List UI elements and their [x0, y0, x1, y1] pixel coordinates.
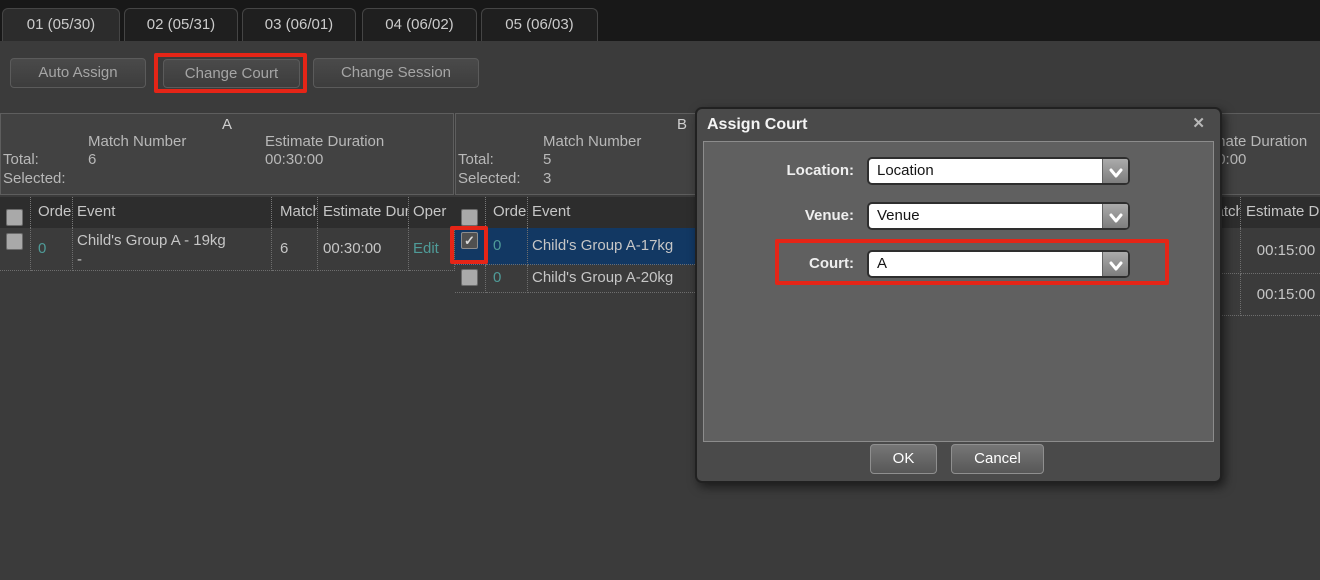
location-field-row: Location: Location — [704, 157, 1213, 185]
location-selected-value: Location — [877, 162, 934, 179]
assign-court-dialog: Assign Court ✕ Location: Location Venue:… — [695, 107, 1222, 483]
column-order: Order — [31, 197, 73, 228]
venue-label: Venue: — [704, 207, 854, 224]
match-number-label: Match Number — [88, 133, 186, 150]
tab-day-05[interactable]: 05 (06/03) — [481, 8, 598, 41]
column-estimate: Estimate Duration — [318, 197, 409, 228]
column-event: Event — [73, 197, 272, 228]
table-row: 0 Child's Group A - 19kg - 6 00:30:00 Ed… — [0, 228, 455, 271]
cancel-button[interactable]: Cancel — [951, 444, 1044, 474]
select-all-checkbox[interactable] — [461, 209, 478, 226]
tab-day-01[interactable]: 01 (05/30) — [2, 8, 120, 41]
change-session-button[interactable]: Change Session — [313, 58, 479, 88]
estimate-duration-label: Estimate Duration — [265, 133, 384, 150]
court-select[interactable]: A — [867, 250, 1130, 278]
session-tabbar: 01 (05/30) 02 (05/31) 03 (06/01) 04 (06/… — [0, 0, 1320, 41]
event-name-line1: Child's Group A - 19kg — [77, 231, 271, 250]
chevron-down-icon[interactable] — [1102, 204, 1128, 228]
order-value: 0 — [486, 228, 528, 265]
court-a-label: A — [1, 116, 453, 133]
close-icon[interactable]: ✕ — [1192, 114, 1205, 132]
match-count: 6 — [272, 228, 318, 271]
order-value: 0 — [486, 265, 528, 293]
select-all-cell — [455, 197, 486, 228]
location-label: Location: — [704, 162, 854, 179]
column-estimate: Estimate Duration — [1241, 197, 1320, 228]
total-label: Total: — [3, 151, 39, 168]
court-a-summary: A Match Number Estimate Duration Total: … — [0, 113, 454, 195]
tab-day-04[interactable]: 04 (06/02) — [362, 8, 477, 41]
estimate-total-value: 00:30:00 — [265, 151, 323, 168]
column-match: Match — [272, 197, 318, 228]
estimate-value: 00:30:00 — [318, 228, 409, 271]
tab-day-02[interactable]: 02 (05/31) — [124, 8, 238, 41]
selected-label: Selected: — [458, 170, 521, 187]
row-checkbox[interactable] — [461, 269, 478, 286]
dialog-body: Location: Location Venue: Venue Court: A — [703, 141, 1214, 442]
court-label: Court: — [704, 255, 854, 272]
select-all-checkbox[interactable] — [6, 209, 23, 226]
total-label: Total: — [458, 151, 494, 168]
selected-label: Selected: — [3, 170, 66, 187]
chevron-down-icon[interactable] — [1102, 252, 1128, 276]
chevron-down-icon[interactable] — [1102, 159, 1128, 183]
court-selected-value: A — [877, 255, 887, 272]
venue-field-row: Venue: Venue — [704, 202, 1213, 230]
dialog-footer: OK Cancel — [697, 441, 1220, 481]
column-operation: Oper — [409, 197, 455, 228]
estimate-value: 00:15:00 — [1241, 228, 1320, 274]
estimate-value: 00:15:00 — [1241, 274, 1320, 316]
edit-link[interactable]: Edit — [409, 228, 455, 271]
auto-assign-button[interactable]: Auto Assign — [10, 58, 146, 88]
court-a-table-header: Order Event Match Estimate Duration Oper — [0, 197, 455, 228]
selected-value: 3 — [543, 170, 551, 187]
location-select[interactable]: Location — [867, 157, 1130, 185]
row-checkbox[interactable] — [6, 233, 23, 250]
total-value: 6 — [88, 151, 96, 168]
court-field-row: Court: A — [704, 250, 1213, 278]
ok-button[interactable]: OK — [870, 444, 937, 474]
match-number-label: Match Number — [543, 133, 641, 150]
row-checkbox-checked[interactable]: ✓ — [461, 232, 478, 249]
total-value: 5 — [543, 151, 551, 168]
event-name-line2: - — [77, 250, 271, 269]
select-all-cell — [0, 197, 31, 228]
change-court-button[interactable]: Change Court — [163, 59, 300, 88]
venue-selected-value: Venue — [877, 207, 920, 224]
tab-day-03[interactable]: 03 (06/01) — [242, 8, 356, 41]
column-order: Order — [486, 197, 528, 228]
event-name: Child's Group A - 19kg - — [73, 228, 272, 271]
dialog-title: Assign Court — [707, 116, 807, 134]
order-value: 0 — [31, 228, 73, 271]
venue-select[interactable]: Venue — [867, 202, 1130, 230]
